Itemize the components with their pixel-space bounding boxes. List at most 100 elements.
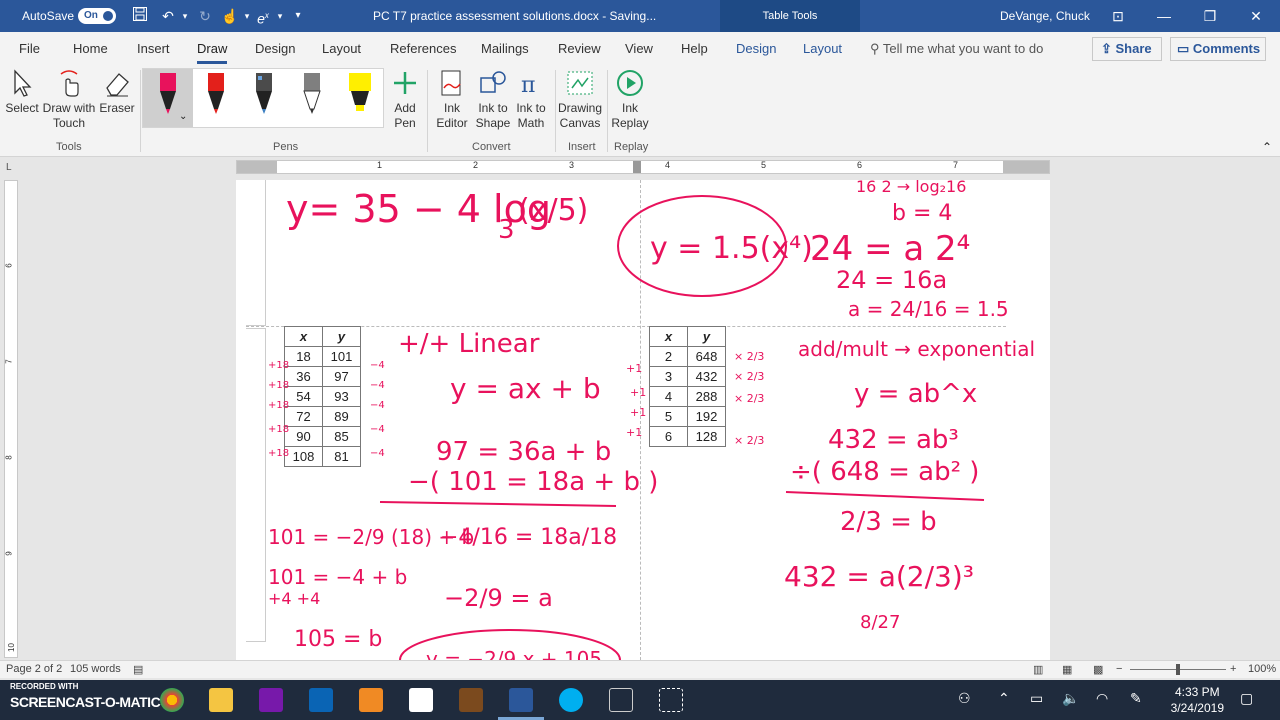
tab-table-design[interactable]: Design	[736, 41, 776, 56]
file-explorer-icon[interactable]	[209, 688, 233, 712]
ink-text: +1	[630, 386, 646, 399]
draw-with-touch-button[interactable]: Draw with Touch	[40, 68, 98, 131]
drawing-canvas-button[interactable]: Drawing Canvas	[557, 68, 603, 131]
tab-insert[interactable]: Insert	[137, 41, 170, 56]
select-button[interactable]: Select	[4, 68, 40, 116]
horizontal-ruler[interactable]: 1 2 3 4 5 6 7	[236, 160, 1050, 174]
tab-view[interactable]: View	[625, 41, 653, 56]
tell-me-search[interactable]: ⚲ Tell me what you want to do	[870, 41, 1043, 57]
proofing-icon[interactable]: ▤	[133, 663, 143, 676]
pens-group-label: Pens	[273, 141, 299, 153]
clock[interactable]: 4:33 PM 3/24/2019	[1171, 684, 1224, 716]
volume-icon[interactable]: 🔈	[1062, 690, 1079, 707]
ink-to-shape-label: Ink to Shape	[475, 101, 511, 130]
show-hidden-icons[interactable]: ⌃	[998, 690, 1010, 707]
close-icon[interactable]: ✕	[1233, 0, 1279, 32]
pen-workspace-icon[interactable]: ✎	[1130, 690, 1142, 707]
app-icon[interactable]	[409, 688, 433, 712]
add-pen-button[interactable]: Add Pen	[386, 68, 424, 131]
word-count[interactable]: 105 words	[70, 663, 121, 675]
word-icon[interactable]	[509, 688, 533, 712]
tab-selector-icon[interactable]: L	[6, 162, 12, 173]
ink-text: 24 = a 2⁴	[810, 229, 970, 269]
tab-references[interactable]: References	[390, 41, 456, 56]
read-mode-icon[interactable]: ▥	[1033, 663, 1043, 676]
ink-text: ÷( 648 = ab² )	[790, 457, 979, 487]
comments-label: Comments	[1192, 41, 1261, 56]
tab-table-layout[interactable]: Layout	[803, 41, 842, 56]
snip-icon[interactable]	[659, 688, 683, 712]
zoom-in-icon[interactable]: +	[1230, 663, 1236, 675]
chrome-icon[interactable]	[160, 688, 184, 712]
vertical-ruler[interactable]: 6 7 8 9 10	[4, 180, 18, 658]
tab-design[interactable]: Design	[255, 41, 295, 56]
tab-home[interactable]: Home	[73, 41, 108, 56]
ink-to-math-button[interactable]: π Ink to Math	[512, 68, 550, 131]
page-count[interactable]: Page 2 of 2	[6, 663, 62, 675]
collapse-ribbon-icon[interactable]: ⌃	[1262, 140, 1272, 154]
tab-draw[interactable]: Draw	[197, 41, 228, 64]
user-name[interactable]: DeVange, Chuck	[1000, 9, 1090, 23]
drawing-canvas-label: Drawing Canvas	[557, 101, 602, 130]
ink-to-shape-button[interactable]: Ink to Shape	[474, 68, 512, 131]
zoom-slider-thumb[interactable]	[1176, 664, 1180, 675]
autosave-toggle[interactable]: On	[78, 8, 116, 24]
pen-galaxy-icon[interactable]	[251, 71, 277, 115]
ink-line	[785, 491, 985, 501]
tab-file[interactable]: File	[19, 41, 40, 56]
ink-layer: y= 35 − 4 log 3 (x/5) y = 1.5(x⁴) 16 2 →…	[268, 180, 1035, 660]
skype-icon[interactable]	[559, 688, 583, 712]
insert-group-label: Insert	[568, 141, 596, 153]
battery-icon[interactable]: ▭	[1030, 690, 1043, 707]
print-layout-icon[interactable]: ▦	[1062, 663, 1072, 676]
customize-qat-icon[interactable]: ▾	[288, 6, 308, 26]
app-icon[interactable]	[359, 688, 383, 712]
comments-button[interactable]: ▭ Comments	[1170, 37, 1266, 61]
drawing-canvas-icon	[567, 71, 593, 95]
eraser-label: Eraser	[99, 101, 135, 115]
share-button[interactable]: ⇪ Share	[1092, 37, 1162, 61]
tell-me-text: Tell me what you want to do	[882, 41, 1044, 56]
tab-layout[interactable]: Layout	[322, 41, 361, 56]
ink-text: −4	[370, 424, 385, 435]
ink-text: +1	[630, 406, 646, 419]
web-layout-icon[interactable]: ▩	[1093, 663, 1103, 676]
ink-editor-button[interactable]: Ink Editor	[430, 68, 474, 131]
group-divider	[427, 70, 428, 152]
ink-replay-button[interactable]: Ink Replay	[610, 68, 650, 131]
tab-review[interactable]: Review	[558, 41, 601, 56]
tab-help[interactable]: Help	[681, 41, 708, 56]
action-center-icon[interactable]: ▢	[1240, 690, 1253, 707]
outlook-icon[interactable]	[309, 688, 333, 712]
app-icon[interactable]	[609, 688, 633, 712]
wifi-icon[interactable]: ◠	[1096, 690, 1108, 707]
zoom-out-icon[interactable]: −	[1116, 663, 1122, 675]
pencil-gray-icon[interactable]	[299, 71, 325, 115]
onenote-icon[interactable]	[259, 688, 283, 712]
pen-pink-icon[interactable]	[155, 71, 181, 115]
app-icon[interactable]	[459, 688, 483, 712]
ink-text: −4	[370, 380, 385, 391]
pen-dropdown-icon[interactable]: ⌄	[179, 111, 187, 122]
save-icon[interactable]	[130, 6, 150, 26]
undo-dropdown-icon[interactable]: ▾	[175, 6, 195, 26]
eraser-button[interactable]: Eraser	[98, 68, 136, 116]
clock-time: 4:33 PM	[1174, 685, 1220, 699]
ink-text: 105 = b	[294, 627, 382, 652]
column-marker[interactable]	[633, 161, 641, 173]
pen-red-icon[interactable]	[203, 71, 229, 115]
restore-icon[interactable]: ❐	[1187, 0, 1233, 32]
title-bar: AutoSave On ↶ ▾ ↻ ☝ ▾ ex ▾ ▾ PC T7 pract…	[0, 0, 1280, 32]
pens-gallery[interactable]: ⌄	[142, 68, 384, 128]
replay-group-label: Replay	[614, 141, 649, 153]
document-page[interactable]: xy 18 101 36 97 54 93 72 89 90 85 108 81 xy 26…	[236, 180, 1050, 660]
zoom-level[interactable]: 100%	[1248, 663, 1276, 675]
ribbon-display-options-icon[interactable]: ⊡	[1095, 0, 1141, 32]
minimize-icon[interactable]: —	[1141, 0, 1187, 32]
tab-mailings[interactable]: Mailings	[481, 41, 529, 56]
redo-icon[interactable]: ↻	[195, 6, 215, 26]
ruler-number: 2	[473, 160, 479, 170]
highlighter-yellow-icon[interactable]	[347, 71, 373, 115]
superscript-dropdown-icon[interactable]: ▾	[270, 6, 290, 26]
people-icon[interactable]: ⚇	[958, 690, 971, 707]
